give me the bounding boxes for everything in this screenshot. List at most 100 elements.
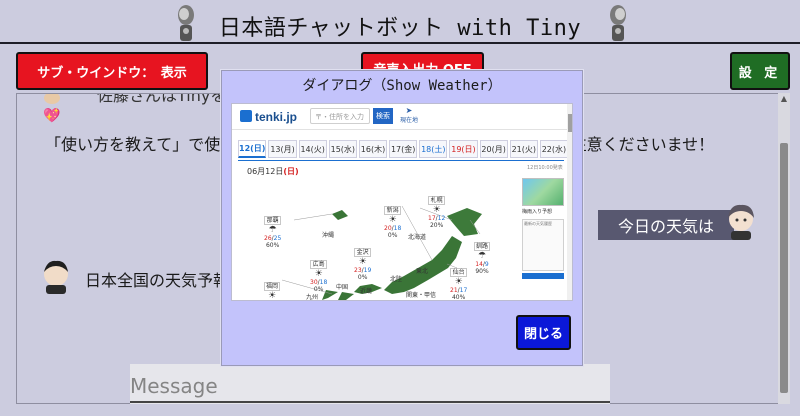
precip-prob: 90% [475, 268, 489, 275]
message-input[interactable] [130, 364, 610, 404]
city-forecast[interactable]: 那覇 ☂ 26/25 60% [264, 216, 282, 249]
city-forecast[interactable]: 金沢 ☀ 23/19 0% [354, 248, 372, 281]
settings-button[interactable]: 設 定 [730, 52, 790, 90]
sun-icon: ☀ [267, 291, 277, 301]
sun-icon: ☀ [432, 205, 441, 215]
temp-low: 18 [319, 279, 328, 286]
assistant-avatar [728, 204, 754, 240]
temp-high: 23 [354, 267, 362, 274]
city-forecast[interactable]: 福岡 ☀ [264, 282, 281, 301]
input-underline [130, 401, 610, 403]
scrollbar-thumb[interactable] [780, 143, 788, 393]
city-forecast[interactable]: 仙台 ☀ 21/17 40% [450, 268, 468, 301]
webview-search-button[interactable]: 検索 [373, 108, 393, 124]
tenki-logo-text: tenki.jp [255, 110, 298, 124]
location-icon: ➤ [405, 106, 413, 115]
city-label-okinawa: 沖縄 [322, 232, 334, 239]
city-name: 釧路 [474, 242, 491, 251]
sun-icon: ☀ [454, 277, 463, 287]
date-tab[interactable]: 17(金) [389, 140, 418, 158]
date-tab[interactable]: 16(木) [358, 140, 388, 158]
robot-icon [610, 5, 626, 41]
date-tab[interactable]: 13(月) [268, 140, 297, 158]
weather-dialog: ダイアログ（Show Weather） tenki.jp 〒・住所を入力 検索 … [221, 70, 583, 366]
sub-window-button[interactable]: サブ・ウインドウ： 表示 [16, 52, 208, 90]
app-title: 日本語チャットボット with Tiny [218, 16, 582, 41]
region-label: 近畿 [360, 288, 373, 295]
webview-search-input[interactable]: 〒・住所を入力 [310, 108, 370, 124]
precip-prob: 60% [265, 242, 280, 249]
sun-icon: ☀ [314, 269, 323, 279]
weather-webview[interactable]: tenki.jp 〒・住所を入力 検索 ➤ 現在地 12(日) 13(月) 14(火… [231, 103, 573, 301]
city-forecast[interactable]: 広島 ☀ 30/18 0% [310, 260, 328, 293]
chat-scrollbar[interactable]: ▲ [778, 93, 790, 404]
temp-low: 25 [273, 235, 282, 242]
dialog-title: ダイアログ（Show Weather） [302, 78, 502, 94]
weather-map[interactable]: 那覇 ☂ 26/25 60% 沖縄 新潟 ☀ 20/18 0% 札幌 ☀ 17/… [242, 176, 517, 300]
precip-prob: 40% [451, 294, 466, 301]
precip-prob: 0% [357, 274, 368, 281]
webview-sidebar: 梅雨入り予想 最新の天気履歴 [522, 178, 564, 298]
current-location-label: 現在地 [399, 117, 418, 124]
region-label: 九州 [306, 294, 319, 301]
city-name: 金沢 [354, 248, 372, 257]
temp-high: 14 [475, 261, 483, 268]
user-message: 日本全国の天気予報 [85, 271, 230, 290]
city-name: 新潟 [384, 206, 402, 215]
temp-high: 20 [384, 225, 392, 232]
temp-high: 30 [310, 279, 318, 286]
umbrella-icon: ☂ [477, 251, 487, 261]
assistant-bubble: 今日の天気は [598, 210, 734, 240]
date-tabs: 12(日) 13(月) 14(火) 15(水) 16(木) 17(金) 18(土) 19(日)… [238, 140, 569, 158]
date-tab[interactable]: 15(水) [328, 140, 357, 158]
region-label: 中国 [336, 284, 349, 291]
date-tab[interactable]: 21(火) [509, 140, 538, 158]
temp-low: 12 [437, 215, 446, 222]
date-tab[interactable]: 22(水) [539, 140, 569, 158]
webview-scrollbar-thumb[interactable] [568, 114, 572, 132]
tenki-logo[interactable]: tenki.jp [240, 110, 297, 124]
precip-prob: 0% [313, 286, 324, 293]
webview-header: tenki.jp 〒・住所を入力 検索 ➤ 現在地 [232, 104, 572, 130]
date-tab[interactable]: 19(日) [449, 140, 478, 158]
japan-map-graphic [281, 205, 482, 300]
date-tabs-divider [238, 160, 564, 161]
weather-history-box[interactable]: 最新の天気履歴 [522, 219, 564, 271]
temp-low: 17 [459, 287, 468, 294]
region-label: 東北 [416, 268, 429, 275]
sun-icon: ☀ [358, 257, 367, 267]
city-name: 那覇 [264, 216, 282, 225]
city-forecast[interactable]: 札幌 ☀ 17/12 20% [428, 196, 446, 229]
rainy-season-label[interactable]: 梅雨入り予想 [522, 208, 564, 215]
city-forecast[interactable]: 新潟 ☀ 20/18 0% [384, 206, 402, 239]
region-label: 北海道 [408, 234, 427, 241]
city-name: 沖縄 [322, 232, 335, 239]
forecast-date: 06月12日 [247, 167, 284, 176]
temp-low: 9 [484, 261, 489, 268]
user-avatar [44, 260, 68, 294]
tenki-logo-icon [240, 110, 252, 122]
temp-low: 18 [393, 225, 402, 232]
city-name: 札幌 [428, 196, 446, 205]
city-name: 仙台 [450, 268, 468, 277]
forecast-day: (日) [283, 167, 299, 176]
current-location-button[interactable]: ➤ 現在地 [398, 106, 420, 126]
temp-high: 26 [264, 235, 272, 242]
date-tab[interactable]: 14(火) [298, 140, 327, 158]
temp-high: 17 [428, 215, 436, 222]
close-dialog-button[interactable]: 閉じる [516, 315, 571, 350]
city-name: 福岡 [264, 282, 281, 291]
date-tab[interactable]: 12(日) [238, 140, 267, 158]
precip-prob: 0% [387, 232, 398, 239]
region-label: 北陸 [390, 276, 403, 283]
webview-scrollbar[interactable] [567, 104, 572, 300]
rainy-season-image[interactable] [522, 178, 564, 206]
date-tab[interactable]: 20(月) [479, 140, 508, 158]
heart-icon: 💖 [43, 108, 61, 124]
sidebar-accent-bar [522, 273, 564, 279]
temp-low: 19 [363, 267, 372, 274]
umbrella-icon: ☂ [268, 225, 277, 235]
city-forecast[interactable]: 釧路 ☂ 14/9 90% [474, 242, 491, 275]
date-tab[interactable]: 18(土) [419, 140, 448, 158]
scroll-up-icon[interactable]: ▲ [778, 93, 790, 105]
